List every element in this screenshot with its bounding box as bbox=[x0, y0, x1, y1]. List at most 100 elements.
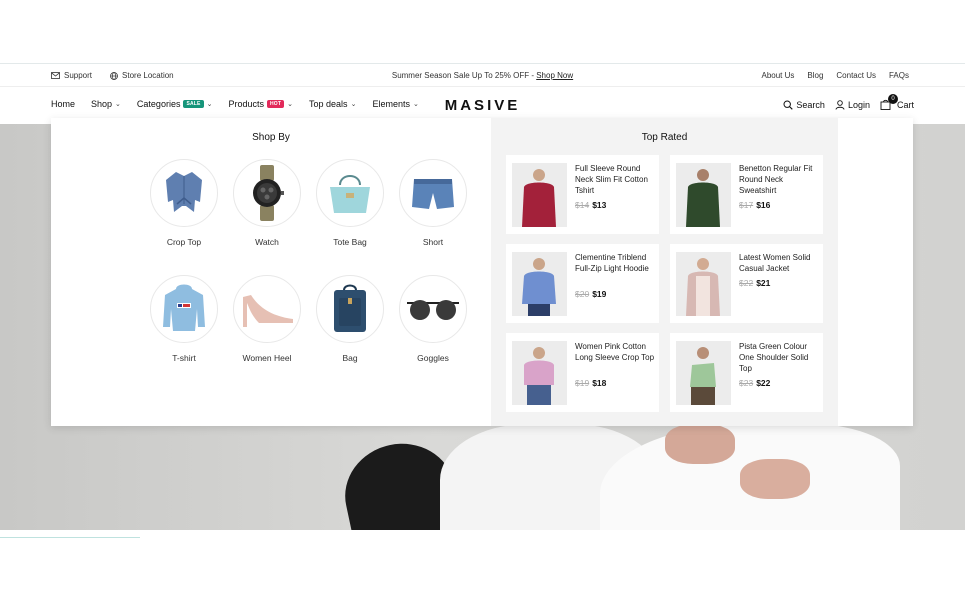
category-women-heel[interactable]: Women Heel bbox=[232, 275, 302, 363]
current-price: $18 bbox=[592, 378, 607, 388]
model-photo-icon bbox=[522, 169, 556, 227]
category-image bbox=[399, 159, 467, 227]
product-card[interactable]: Clementine Triblend Full-Zip Light Hoodi… bbox=[506, 244, 659, 323]
current-price: $13 bbox=[592, 200, 607, 210]
watch-icon bbox=[253, 165, 284, 221]
product-card[interactable]: Pista Green Colour One Shoulder Solid To… bbox=[670, 333, 823, 412]
product-image bbox=[676, 163, 731, 227]
hoodie-icon bbox=[163, 284, 205, 331]
backpack-icon bbox=[334, 284, 366, 332]
top-utility-bar: Support Store Location Summer Season Sal… bbox=[0, 63, 965, 87]
category-bag[interactable]: Bag bbox=[315, 275, 385, 363]
tote-bag-icon bbox=[330, 175, 370, 213]
category-image bbox=[233, 159, 301, 227]
category-image bbox=[399, 275, 467, 343]
category-image bbox=[150, 275, 218, 343]
current-price: $22 bbox=[756, 378, 771, 388]
category-t-shirt[interactable]: T-shirt bbox=[149, 275, 219, 363]
category-label: Bag bbox=[342, 353, 358, 363]
category-image bbox=[150, 159, 218, 227]
product-image bbox=[512, 163, 567, 227]
product-card[interactable]: Benetton Regular Fit Round Neck Sweatshi… bbox=[670, 155, 823, 234]
product-image bbox=[676, 252, 731, 316]
model-photo-icon bbox=[686, 169, 720, 227]
denim-shirt-icon bbox=[166, 172, 202, 212]
current-price: $16 bbox=[756, 200, 771, 210]
model-photo-icon bbox=[686, 258, 720, 316]
category-short[interactable]: Short bbox=[398, 159, 468, 247]
old-price: $19 bbox=[575, 378, 590, 388]
faqs-link[interactable]: FAQs bbox=[889, 71, 909, 80]
promo-text: Summer Season Sale Up To 25% OFF - bbox=[391, 71, 537, 80]
shop-by-title: Shop By bbox=[252, 132, 290, 143]
product-name: Clementine Triblend Full-Zip Light Hoodi… bbox=[575, 253, 649, 273]
category-label: Women Heel bbox=[242, 353, 292, 363]
model-photo-icon bbox=[690, 347, 716, 405]
category-label: T-shirt bbox=[172, 353, 196, 363]
category-watch[interactable]: Watch bbox=[232, 159, 302, 247]
category-image bbox=[316, 275, 384, 343]
old-price: $22 bbox=[739, 278, 754, 288]
top-rated-title: Top Rated bbox=[641, 132, 688, 143]
category-crop-top[interactable]: Crop Top bbox=[149, 159, 219, 247]
category-label: Crop Top bbox=[166, 237, 202, 247]
product-image bbox=[676, 341, 731, 405]
product-name: Women Pink Cotton Long Sleeve Crop Top bbox=[575, 342, 655, 362]
product-image bbox=[512, 341, 567, 405]
category-label: Watch bbox=[255, 237, 279, 247]
old-price: $23 bbox=[739, 378, 754, 388]
categories-mega-menu: Shop By Crop Top Watch Tote Bag Short T-… bbox=[51, 118, 913, 426]
top-rated-section: Top Rated Full Sleeve Round Neck Slim Fi… bbox=[491, 118, 838, 426]
current-price: $21 bbox=[756, 278, 771, 288]
category-goggles[interactable]: Goggles bbox=[398, 275, 468, 363]
shop-by-section: Shop By Crop Top Watch Tote Bag Short T-… bbox=[51, 118, 491, 426]
heel-icon bbox=[243, 295, 293, 327]
nav-actions: Search Login 0 Cart bbox=[783, 94, 914, 110]
shop-now-link[interactable]: Shop Now bbox=[536, 71, 573, 80]
product-price: $14 $13 bbox=[575, 200, 606, 210]
model-photo-icon bbox=[522, 258, 556, 316]
utility-links: About Us Blog Contact Us FAQs bbox=[761, 71, 909, 80]
product-card[interactable]: Latest Women Solid Casual Jacket $22 $21 bbox=[670, 244, 823, 323]
product-name: Full Sleeve Round Neck Slim Fit Cotton T… bbox=[575, 164, 648, 195]
category-image bbox=[316, 159, 384, 227]
contact-us-link[interactable]: Contact Us bbox=[836, 71, 876, 80]
product-price: $17 $16 bbox=[739, 200, 770, 210]
hero-hand-shape bbox=[665, 424, 735, 464]
cart-count-badge: 0 bbox=[887, 94, 898, 104]
sunglasses-icon bbox=[407, 300, 459, 320]
old-price: $17 bbox=[739, 200, 754, 210]
user-icon bbox=[835, 99, 845, 110]
old-price: $14 bbox=[575, 200, 590, 210]
product-price: $19 $18 bbox=[575, 378, 606, 388]
cart-button[interactable]: 0 Cart bbox=[880, 94, 914, 110]
search-button[interactable]: Search bbox=[783, 99, 825, 110]
product-name: Latest Women Solid Casual Jacket bbox=[739, 253, 811, 273]
search-icon bbox=[783, 99, 794, 110]
model-photo-icon bbox=[524, 347, 554, 405]
category-label: Tote Bag bbox=[333, 237, 367, 247]
product-price: $22 $21 bbox=[739, 278, 770, 288]
product-card[interactable]: Full Sleeve Round Neck Slim Fit Cotton T… bbox=[506, 155, 659, 234]
current-price: $19 bbox=[592, 289, 607, 299]
category-label: Goggles bbox=[417, 353, 449, 363]
category-image bbox=[233, 275, 301, 343]
slider-progress-line bbox=[0, 537, 140, 538]
product-price: $23 $22 bbox=[739, 378, 770, 388]
product-name: Pista Green Colour One Shoulder Solid To… bbox=[739, 342, 809, 373]
old-price: $20 bbox=[575, 289, 590, 299]
product-image bbox=[512, 252, 567, 316]
login-button[interactable]: Login bbox=[835, 99, 870, 110]
cart-label: Cart bbox=[896, 99, 914, 110]
product-name: Benetton Regular Fit Round Neck Sweatshi… bbox=[739, 164, 813, 195]
category-tote-bag[interactable]: Tote Bag bbox=[315, 159, 385, 247]
product-price: $20 $19 bbox=[575, 289, 606, 299]
product-card[interactable]: Women Pink Cotton Long Sleeve Crop Top $… bbox=[506, 333, 659, 412]
category-label: Short bbox=[422, 237, 444, 247]
login-label: Login bbox=[847, 99, 870, 110]
about-us-link[interactable]: About Us bbox=[761, 71, 794, 80]
blog-link[interactable]: Blog bbox=[807, 71, 823, 80]
search-label: Search bbox=[796, 99, 825, 110]
hero-hand-shape-2 bbox=[740, 459, 810, 499]
shorts-icon bbox=[412, 179, 454, 209]
